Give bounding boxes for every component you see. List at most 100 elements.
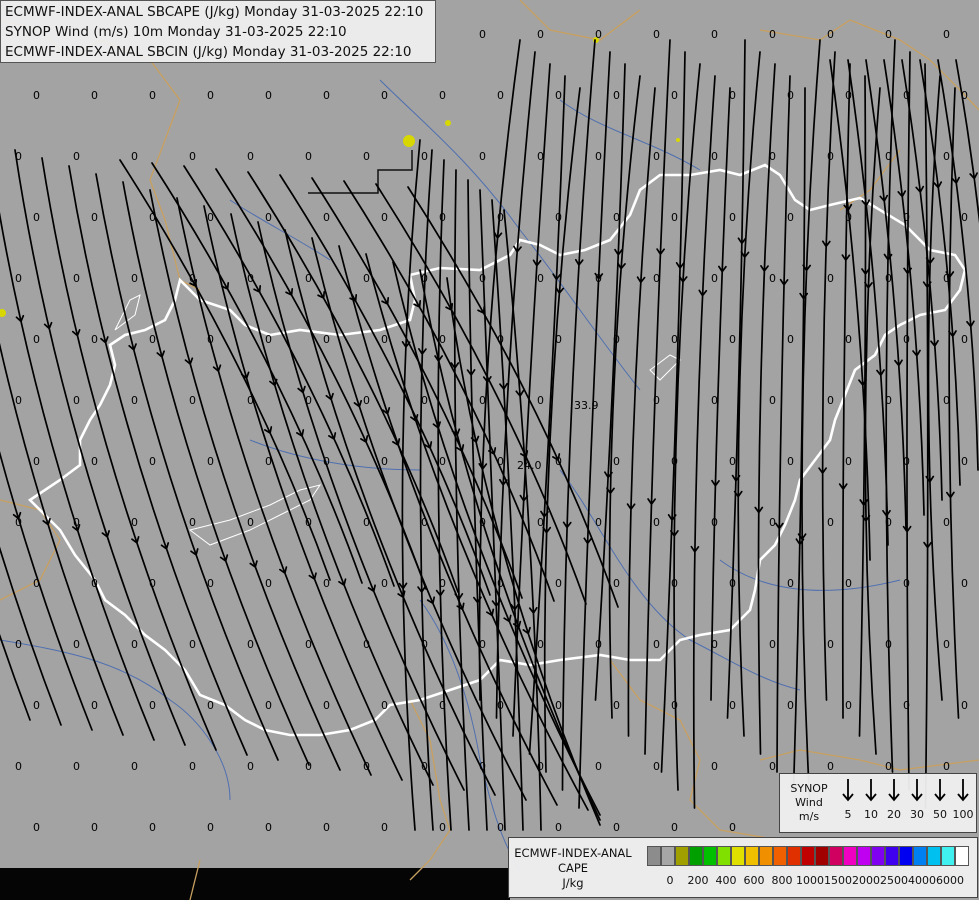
cape-zero-label: 0 [537, 272, 544, 285]
cape-zero-label: 0 [131, 516, 138, 529]
cape-zero-label: 0 [769, 272, 776, 285]
cape-color-swatch [703, 846, 717, 866]
wind-speed-5: 5 [836, 778, 860, 821]
cape-tick-label: 0 [666, 874, 674, 887]
cape-zero-label: 0 [91, 577, 98, 590]
cape-color-swatch [815, 846, 829, 866]
cape-zero-label: 0 [15, 272, 22, 285]
cape-zero-label: 0 [943, 272, 950, 285]
cape-zero-label: 0 [149, 821, 156, 834]
down-arrow-icon [865, 779, 877, 802]
cape-zero-label: 0 [207, 699, 214, 712]
cape-zero-label: 0 [595, 760, 602, 773]
cape-zero-label: 0 [247, 272, 254, 285]
cape-zero-label: 0 [711, 516, 718, 529]
cape-zero-label: 0 [827, 28, 834, 41]
cape-zero-label: 0 [33, 211, 40, 224]
cape-legend-title: ECMWF-INDEX-ANAL [514, 846, 632, 860]
cape-zero-label: 0 [91, 821, 98, 834]
cape-zero-label: 0 [439, 455, 446, 468]
cape-zero-label: 0 [305, 272, 312, 285]
cape-zero-label: 0 [73, 394, 80, 407]
cape-tick-label: 4000 [908, 874, 936, 887]
cape-zero-label: 0 [787, 577, 794, 590]
cape-color-swatch [829, 846, 843, 866]
wind-speed-label: 30 [910, 808, 924, 821]
cape-zero-label: 0 [729, 821, 736, 834]
cape-zero-label: 0 [439, 577, 446, 590]
cape-color-swatch [885, 846, 899, 866]
cape-zero-label: 0 [33, 821, 40, 834]
cape-color-swatch [759, 846, 773, 866]
cape-tick-label: 2500 [880, 874, 908, 887]
cape-zero-label: 0 [381, 455, 388, 468]
cape-zero-label: 0 [653, 638, 660, 651]
cape-zero-label: 0 [189, 760, 196, 773]
cape-zero-label: 0 [537, 760, 544, 773]
cape-color-swatch [745, 846, 759, 866]
cape-zero-label: 0 [247, 760, 254, 773]
cape-zero-label: 0 [769, 150, 776, 163]
cape-zero-label: 0 [595, 638, 602, 651]
cape-color-swatch [661, 846, 675, 866]
cape-zero-label: 0 [595, 516, 602, 529]
cape-zero-label: 0 [439, 211, 446, 224]
cape-zero-label: 0 [711, 150, 718, 163]
cape-color-swatch [731, 846, 745, 866]
cape-zero-label: 0 [91, 333, 98, 346]
cape-zero-label: 0 [439, 89, 446, 102]
weather-map[interactable]: 0 0 0 0 0 0 0 0 0 0 0 0 0 0 0 0 0 0 0 0 0 0 0 0 0 0 0 0 0 0 0 0 0 0 0 0 0 0 0 0… [0, 0, 979, 900]
cape-zero-label: 0 [381, 333, 388, 346]
cape-color-swatch [689, 846, 703, 866]
cape-zero-label: 0 [537, 28, 544, 41]
cape-zero-label: 0 [845, 211, 852, 224]
cape-zero-label: 0 [265, 211, 272, 224]
cape-zero-label: 0 [787, 333, 794, 346]
cape-zero-label: 0 [769, 28, 776, 41]
wind-speed-label: 50 [933, 808, 947, 821]
cape-zero-label: 0 [827, 516, 834, 529]
cape-zero-label: 0 [555, 455, 562, 468]
cape-zero-label: 0 [265, 333, 272, 346]
cape-zero-label: 0 [769, 394, 776, 407]
wind-legend-title: SYNOP [790, 782, 828, 795]
cape-zero-label: 0 [943, 28, 950, 41]
cape-zero-label: 0 [653, 394, 660, 407]
cape-zero-label: 0 [787, 455, 794, 468]
cape-zero-label: 0 [73, 272, 80, 285]
cape-tick-label: 1500 [824, 874, 852, 887]
cape-zero-label: 0 [323, 577, 330, 590]
cape-zero-label: 0 [439, 821, 446, 834]
cape-zero-label: 0 [479, 760, 486, 773]
cape-zero-label: 0 [421, 516, 428, 529]
cape-tick-label: 1000 [796, 874, 824, 887]
cape-zero-label: 0 [305, 760, 312, 773]
cape-zero-label: 0 [91, 211, 98, 224]
cape-zero-label: 0 [555, 699, 562, 712]
cape-tick-label: 2000 [852, 874, 880, 887]
cape-zero-label: 0 [671, 89, 678, 102]
cape-zero-label: 0 [711, 760, 718, 773]
cape-zero-label: 0 [555, 577, 562, 590]
cape-zero-label: 0 [479, 272, 486, 285]
cape-zero-label: 0 [149, 577, 156, 590]
cape-color-swatch [787, 846, 801, 866]
cape-zero-label: 0 [421, 638, 428, 651]
cape-zero-label: 0 [903, 699, 910, 712]
cape-zero-label: 0 [885, 760, 892, 773]
cape-zero-label: 0 [653, 272, 660, 285]
cape-zero-label: 0 [497, 577, 504, 590]
cape-zero-label: 0 [131, 394, 138, 407]
wind-legend-header: SYNOP Wind m/s [780, 782, 838, 824]
cape-zero-label: 0 [323, 455, 330, 468]
cape-zero-label: 0 [421, 150, 428, 163]
cape-zero-label: 0 [885, 150, 892, 163]
cape-zero-label: 0 [537, 516, 544, 529]
cape-zero-label: 0 [613, 211, 620, 224]
cape-zero-label: 0 [845, 699, 852, 712]
cape-zero-label: 0 [903, 577, 910, 590]
cape-zero-label: 0 [421, 760, 428, 773]
cape-color-swatch [717, 846, 731, 866]
cape-zero-label: 0 [537, 150, 544, 163]
wind-speed-label: 5 [844, 808, 852, 821]
